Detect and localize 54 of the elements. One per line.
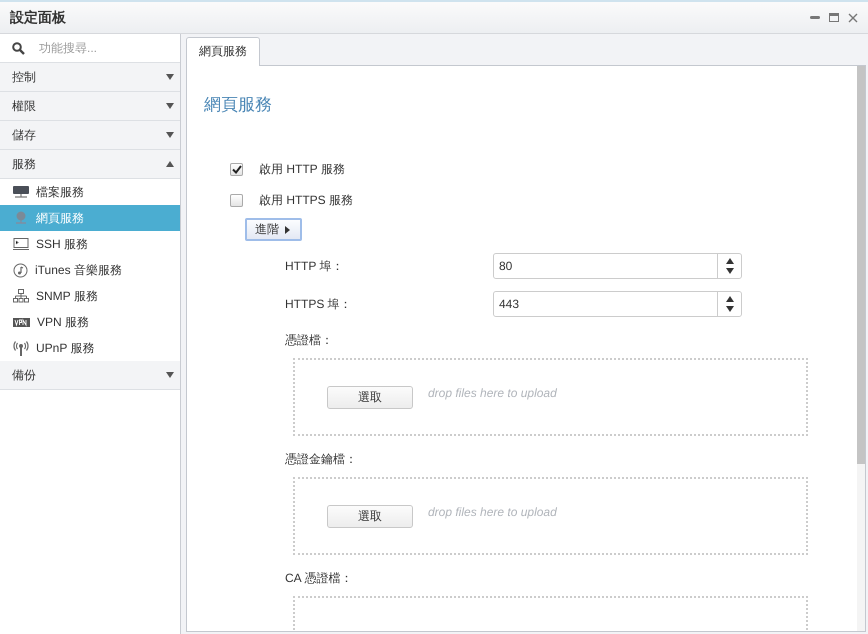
caret-icon bbox=[166, 103, 174, 109]
caret-icon bbox=[166, 132, 174, 138]
close-icon[interactable] bbox=[848, 12, 858, 22]
drop-zone[interactable]: 選取 drop files here to upload bbox=[293, 358, 808, 436]
checkbox[interactable] bbox=[230, 163, 243, 176]
advanced-button[interactable]: 進階 bbox=[245, 218, 302, 241]
sidebar-item[interactable]: SNMP 服務 bbox=[0, 283, 180, 309]
antenna-icon bbox=[13, 340, 29, 356]
decrement-icon[interactable] bbox=[726, 306, 734, 312]
minimize-icon[interactable] bbox=[810, 16, 820, 20]
sidebar-item[interactable]: UPnP 服務 bbox=[0, 335, 180, 361]
port-field[interactable]: 443 bbox=[493, 291, 742, 317]
sidebar-item[interactable]: SSH 服務 bbox=[0, 231, 180, 257]
drop-hint: drop files here to upload bbox=[428, 386, 557, 400]
field-label: 憑證金鑰檔： bbox=[285, 451, 358, 468]
music-note-icon bbox=[13, 262, 28, 278]
increment-icon[interactable] bbox=[726, 296, 734, 302]
globe-icon bbox=[13, 211, 29, 225]
sidebar-category[interactable]: 權限 bbox=[0, 92, 180, 121]
drop-hint: drop files here to upload bbox=[428, 505, 557, 519]
decrement-icon[interactable] bbox=[726, 268, 734, 274]
field-label: CA 憑證檔： bbox=[285, 570, 354, 587]
caret-icon bbox=[166, 372, 174, 378]
sidebar-category[interactable]: 控制 bbox=[0, 63, 180, 92]
increment-icon[interactable] bbox=[726, 258, 734, 264]
port-field[interactable]: 80 bbox=[493, 253, 742, 279]
field-label: 憑證檔： bbox=[285, 332, 334, 349]
sidebar-item[interactable]: VPN 服務 bbox=[0, 309, 180, 335]
checkbox-label: 啟用 HTTPS 服務 bbox=[259, 192, 354, 209]
caret-icon bbox=[166, 74, 174, 80]
tab[interactable]: 網頁服務 bbox=[186, 37, 260, 66]
checkbox-label: 啟用 HTTP 服務 bbox=[259, 161, 345, 178]
drop-zone[interactable]: 選取 drop files here to upload bbox=[293, 477, 808, 555]
field-label: HTTPS 埠： bbox=[285, 296, 353, 312]
window-title: 設定面板 bbox=[10, 8, 66, 26]
sidebar-item[interactable]: iTunes 音樂服務 bbox=[0, 257, 180, 283]
vpn-icon bbox=[13, 318, 30, 326]
caret-icon bbox=[166, 161, 174, 167]
search-icon bbox=[12, 42, 25, 54]
sidebar-category[interactable]: 備份 bbox=[0, 361, 180, 390]
checkbox[interactable] bbox=[230, 194, 243, 207]
search-field[interactable]: 功能搜尋... bbox=[37, 40, 171, 56]
field-label: HTTP 埠： bbox=[285, 258, 344, 274]
choose-button[interactable]: 選取 bbox=[327, 386, 413, 408]
caret-icon bbox=[285, 226, 290, 234]
network-icon bbox=[13, 289, 29, 303]
sidebar-category[interactable]: 服務 bbox=[0, 150, 180, 179]
choose-button[interactable]: 選取 bbox=[327, 504, 413, 528]
terminal-icon bbox=[13, 237, 29, 251]
maximize-icon[interactable] bbox=[829, 13, 839, 22]
page-heading: 網頁服務 bbox=[204, 94, 273, 116]
scrollbar[interactable] bbox=[857, 66, 865, 631]
sidebar-category[interactable]: 儲存 bbox=[0, 121, 180, 150]
sidebar-item[interactable]: 檔案服務 bbox=[0, 179, 180, 205]
